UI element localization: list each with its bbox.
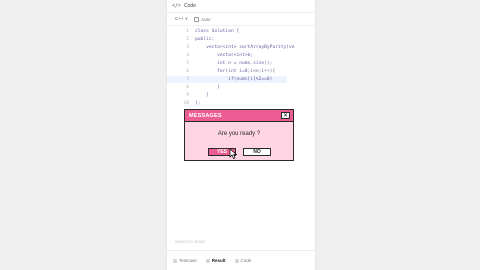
code-line: 10};: [183, 101, 201, 106]
mouse-pointer-icon: [229, 149, 237, 159]
panel-title: Code: [184, 3, 196, 9]
panel-header: </> Code: [167, 0, 315, 13]
code-line: 2 public:: [186, 37, 215, 42]
tab-label: Result: [211, 258, 226, 263]
code-line: 5 int n = nums.size();: [186, 61, 273, 66]
tab-label: Code: [240, 258, 252, 263]
auto-label: Auto: [201, 16, 211, 22]
code-line: 3 vector<int> sortArrayByParity(ve: [186, 45, 295, 50]
left-margin: [0, 0, 166, 270]
language-select[interactable]: C++ ∨: [175, 16, 188, 22]
code-line: 9 }: [186, 93, 209, 98]
code-line: 6 for(int i=0;i<n;i++){: [186, 69, 276, 74]
dialog-title: MESSAGES: [189, 112, 222, 119]
editor-status: Saved to cloud: [175, 239, 205, 244]
dialog-message: Are you ready ?: [217, 131, 261, 137]
no-button[interactable]: NO: [243, 148, 271, 156]
tab-testcase[interactable]: Testcase: [173, 258, 197, 263]
code-line: 4 vector<int>b;: [186, 53, 254, 58]
right-margin: [314, 0, 480, 270]
testcase-icon: [173, 258, 177, 263]
code-line-active: 7 if(nums[i]%2==0): [167, 76, 287, 83]
code-line: 1 class Solution {: [186, 29, 240, 34]
bottom-tab-bar: Testcase Result Code: [167, 250, 315, 270]
tab-result[interactable]: Result: [205, 258, 226, 263]
code-icon: </>: [172, 3, 182, 9]
auto-toggle[interactable]: Auto: [194, 16, 211, 22]
code-tab-icon: [234, 258, 239, 263]
code-line: 8 }: [186, 85, 220, 90]
editor-toolbar: C++ ∨ Auto: [167, 13, 315, 26]
lock-icon: [194, 16, 200, 22]
tab-label: Testcase: [179, 258, 197, 263]
tab-code[interactable]: Code: [234, 258, 252, 263]
result-icon: [205, 258, 210, 263]
messages-dialog: MESSAGES ✕ Are you ready ? YES NO: [184, 109, 294, 161]
dialog-titlebar[interactable]: MESSAGES ✕: [185, 110, 293, 122]
close-button[interactable]: ✕: [281, 112, 290, 119]
